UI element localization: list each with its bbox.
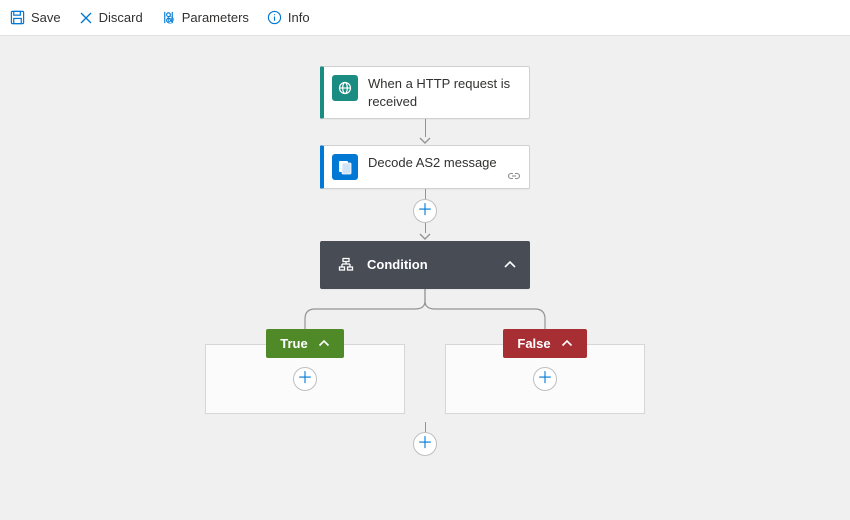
add-action-true-button[interactable]: ＋ <box>293 367 317 391</box>
condition-card[interactable]: Condition <box>320 241 530 289</box>
chevron-up-icon <box>503 260 517 270</box>
chevron-up-icon <box>318 339 330 348</box>
save-icon <box>10 10 25 25</box>
info-label: Info <box>288 10 310 25</box>
flow-arrow: ＋ <box>413 189 437 241</box>
parameters-button[interactable]: @ Parameters <box>161 10 249 25</box>
parameters-label: Parameters <box>182 10 249 25</box>
condition-false-branch: False ＋ <box>445 329 645 414</box>
flow-arrow <box>425 422 426 432</box>
condition-icon <box>333 252 359 278</box>
save-button[interactable]: Save <box>10 10 61 25</box>
condition-label: Condition <box>367 256 503 274</box>
discard-label: Discard <box>99 10 143 25</box>
false-branch-header[interactable]: False <box>503 329 586 358</box>
action-label: Decode AS2 message <box>368 154 519 172</box>
trigger-label: When a HTTP request is received <box>368 75 519 110</box>
parameters-icon: @ <box>161 10 176 25</box>
add-action-false-button[interactable]: ＋ <box>533 367 557 391</box>
http-trigger-icon <box>332 75 358 101</box>
info-button[interactable]: Info <box>267 10 310 25</box>
chevron-up-icon <box>561 339 573 348</box>
add-step-after-condition-button[interactable]: ＋ <box>413 432 437 456</box>
action-card-decode-as2[interactable]: Decode AS2 message <box>320 145 530 189</box>
condition-true-branch: True ＋ <box>205 329 405 414</box>
link-icon <box>507 169 521 184</box>
add-step-button[interactable]: ＋ <box>413 199 437 223</box>
true-branch-header[interactable]: True <box>266 329 343 358</box>
save-label: Save <box>31 10 61 25</box>
flow-arrow <box>419 119 431 145</box>
as2-action-icon <box>332 154 358 180</box>
false-label: False <box>517 336 550 351</box>
svg-text:@: @ <box>166 15 175 25</box>
trigger-card-http-request[interactable]: When a HTTP request is received <box>320 66 530 119</box>
close-icon <box>79 11 93 25</box>
info-icon <box>267 10 282 25</box>
true-label: True <box>280 336 307 351</box>
toolbar: Save Discard @ Parameters Info <box>0 0 850 36</box>
designer-canvas[interactable]: When a HTTP request is received Decode A… <box>0 36 850 520</box>
branch-connector <box>205 289 645 329</box>
discard-button[interactable]: Discard <box>79 10 143 25</box>
